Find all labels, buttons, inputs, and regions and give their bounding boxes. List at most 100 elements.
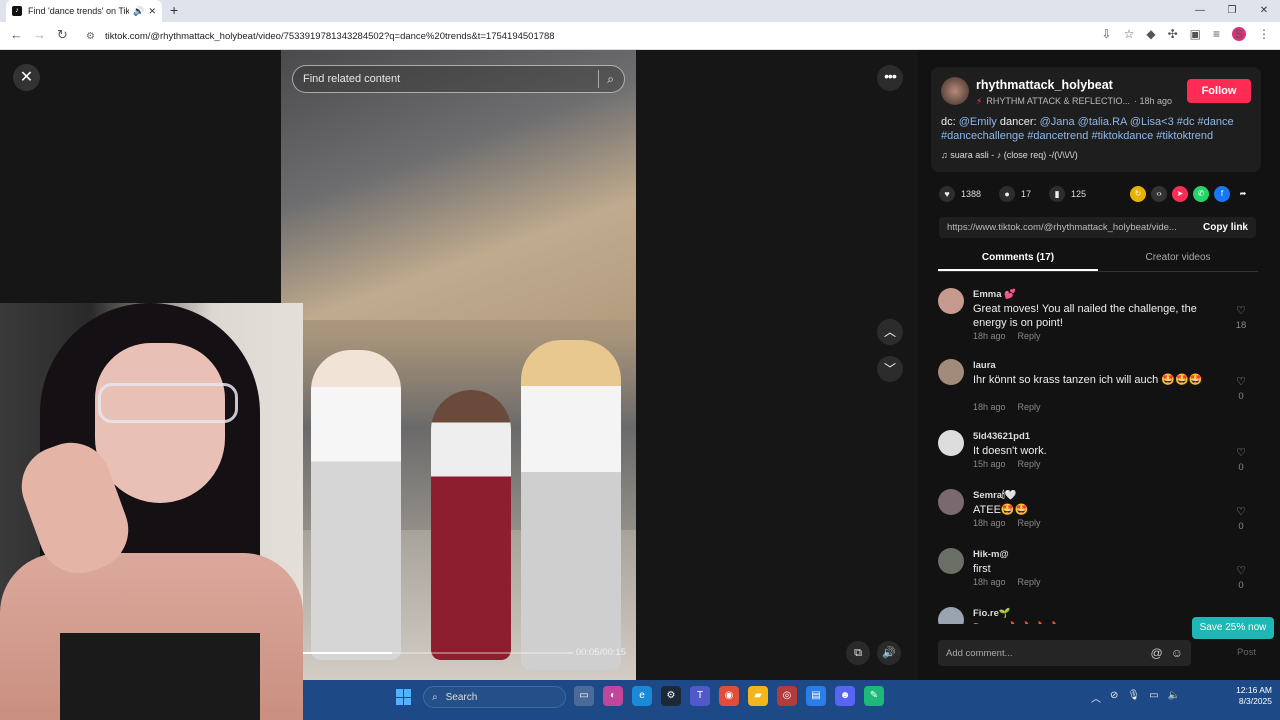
- store-icon[interactable]: ▤: [806, 686, 826, 706]
- video-progress-bar[interactable]: [303, 652, 573, 654]
- share-link-url[interactable]: https://www.tiktok.com/@rhythmattack_hol…: [947, 222, 1195, 233]
- reload-button[interactable]: ↻: [57, 27, 68, 43]
- add-comment-input[interactable]: [946, 647, 1143, 659]
- save-stat[interactable]: ▮ 125: [1049, 186, 1086, 202]
- related-search-input[interactable]: [303, 73, 591, 85]
- like-stat[interactable]: ♥ 1388: [939, 186, 981, 202]
- commenter-name[interactable]: Semra🕯🤍: [973, 490, 1017, 501]
- creator-username[interactable]: rhythmattack_holybeat: [976, 78, 1113, 92]
- video-time: 00:05/00:15: [575, 647, 626, 658]
- comment-like-icon[interactable]: ♡: [1234, 505, 1248, 518]
- bookmark-star-icon[interactable]: ☆: [1124, 27, 1135, 41]
- new-tab-button[interactable]: +: [170, 2, 178, 18]
- file-explorer-icon[interactable]: ▰: [748, 686, 768, 706]
- copilot-icon[interactable]: ◐: [603, 686, 623, 706]
- commenter-name[interactable]: 5ld43621pd1: [973, 431, 1030, 442]
- comment-like-icon[interactable]: ♡: [1234, 564, 1248, 577]
- whatsapp-icon[interactable]: ✆: [1193, 186, 1209, 202]
- reply-button[interactable]: Reply: [1018, 459, 1041, 469]
- close-video-button[interactable]: ✕: [13, 64, 40, 91]
- comment-like-icon[interactable]: ♡: [1234, 446, 1248, 459]
- comment-item: laura Ihr könnt so krass tanzen ich will …: [938, 357, 1258, 428]
- discord-icon[interactable]: ☻: [835, 686, 855, 706]
- creator-avatar[interactable]: [941, 77, 969, 105]
- menu-icon[interactable]: ⋮: [1258, 27, 1270, 41]
- taskbar-clock[interactable]: 12:16 AM 8/3/2025: [1236, 685, 1272, 707]
- reply-button[interactable]: Reply: [1018, 577, 1041, 587]
- video-player[interactable]: ⌕ 00:05/00:15: [281, 50, 636, 680]
- extension-icon[interactable]: ◆: [1146, 27, 1155, 41]
- promo-badge[interactable]: Save 25% now: [1192, 617, 1274, 639]
- embed-icon[interactable]: ‹›: [1151, 186, 1167, 202]
- chrome-icon[interactable]: ◉: [719, 686, 739, 706]
- copy-link-button[interactable]: Copy link: [1195, 222, 1256, 233]
- restore-button[interactable]: ❐: [1216, 0, 1248, 22]
- site-info-icon[interactable]: ⚙: [86, 31, 95, 42]
- more-options-button[interactable]: •••: [877, 65, 903, 91]
- app-feather-icon[interactable]: ✎: [864, 686, 884, 706]
- post-comment-button[interactable]: Post: [1237, 647, 1256, 658]
- commenter-avatar[interactable]: [938, 548, 964, 574]
- follow-button[interactable]: Follow: [1187, 79, 1251, 103]
- commenter-name[interactable]: Fio.re🌱: [973, 608, 1011, 619]
- music-label[interactable]: ♫ suara asli - ♪ (close req) -/(\/\\/\/): [941, 150, 1078, 160]
- comment-meta: 18h ago Reply: [973, 518, 1053, 528]
- edge-icon[interactable]: e: [632, 686, 652, 706]
- display-icon[interactable]: ▭: [1149, 690, 1158, 705]
- media-icon[interactable]: ≡: [1213, 27, 1220, 41]
- commenter-name[interactable]: Hik-m@: [973, 549, 1009, 560]
- side-panel-icon[interactable]: ▣: [1190, 27, 1201, 41]
- facebook-icon[interactable]: f: [1214, 186, 1230, 202]
- comment-list[interactable]: Emma 💕 Great moves! You all nailed the ch…: [938, 286, 1258, 624]
- reply-button[interactable]: Reply: [1018, 518, 1041, 528]
- profile-avatar[interactable]: S: [1232, 27, 1246, 41]
- tray-chevron-icon[interactable]: ︿: [1091, 690, 1101, 705]
- comment-item: Semra🕯🤍 ATEE🤩🤩 18h ago Reply ♡ 0: [938, 487, 1258, 546]
- commenter-avatar[interactable]: [938, 359, 964, 385]
- task-view-icon[interactable]: ▭: [574, 686, 594, 706]
- puzzle-icon[interactable]: ✣: [1168, 27, 1178, 41]
- tab-comments[interactable]: Comments (17): [938, 248, 1098, 271]
- network-off-icon[interactable]: ⊘: [1110, 690, 1118, 705]
- mic-icon[interactable]: 🎙: [1127, 690, 1140, 705]
- desc-mention[interactable]: @Emily: [959, 116, 997, 128]
- window-close-button[interactable]: ✕: [1248, 0, 1280, 22]
- commenter-name[interactable]: Emma 💕: [973, 289, 1016, 300]
- webcam-overlay: [0, 303, 303, 720]
- reply-button[interactable]: Reply: [1018, 402, 1041, 412]
- speaker-icon[interactable]: 🔊: [133, 6, 144, 17]
- send-icon[interactable]: ➤: [1172, 186, 1188, 202]
- comment-stat[interactable]: ● 17: [999, 186, 1031, 202]
- commenter-avatar[interactable]: [938, 430, 964, 456]
- tab-creator-videos[interactable]: Creator videos: [1098, 248, 1258, 271]
- taskbar-search[interactable]: ⌕ Search: [423, 686, 566, 708]
- tab-close-icon[interactable]: ✕: [148, 6, 156, 17]
- commenter-name[interactable]: laura: [973, 360, 996, 371]
- comment-like-icon[interactable]: ♡: [1234, 375, 1248, 388]
- speaker-icon[interactable]: 🔈: [1168, 690, 1180, 705]
- repost-icon[interactable]: ↻: [1130, 186, 1146, 202]
- install-icon[interactable]: ⇩: [1102, 27, 1112, 41]
- commenter-avatar[interactable]: [938, 607, 964, 624]
- mention-icon[interactable]: @: [1151, 646, 1163, 660]
- comment-like-icon[interactable]: ♡: [1234, 304, 1248, 317]
- minimize-button[interactable]: —: [1184, 0, 1216, 22]
- search-icon[interactable]: ⌕: [607, 72, 614, 87]
- previous-video-button[interactable]: ︿: [877, 319, 903, 345]
- browser-tab[interactable]: ♪ Find 'dance trends' on TikT 🔊 ✕: [6, 0, 162, 22]
- next-video-button[interactable]: ﹀: [877, 356, 903, 382]
- teams-icon[interactable]: T: [690, 686, 710, 706]
- app-icon[interactable]: ◎: [777, 686, 797, 706]
- commenter-avatar[interactable]: [938, 489, 964, 515]
- emoji-icon[interactable]: ☺: [1171, 646, 1183, 660]
- reply-button[interactable]: Reply: [1018, 331, 1041, 341]
- steam-icon[interactable]: ⚙: [661, 686, 681, 706]
- commenter-avatar[interactable]: [938, 288, 964, 314]
- share-arrow-icon[interactable]: ➦: [1235, 186, 1251, 202]
- address-bar[interactable]: ⚙ tiktok.com/@rhythmattack_holybeat/vide…: [80, 25, 1080, 47]
- pip-icon[interactable]: ⧉: [846, 641, 870, 665]
- forward-button[interactable]: →: [33, 27, 46, 42]
- windows-start-icon[interactable]: [396, 689, 412, 705]
- back-button[interactable]: ←: [10, 27, 23, 42]
- volume-icon[interactable]: 🔊: [877, 641, 901, 665]
